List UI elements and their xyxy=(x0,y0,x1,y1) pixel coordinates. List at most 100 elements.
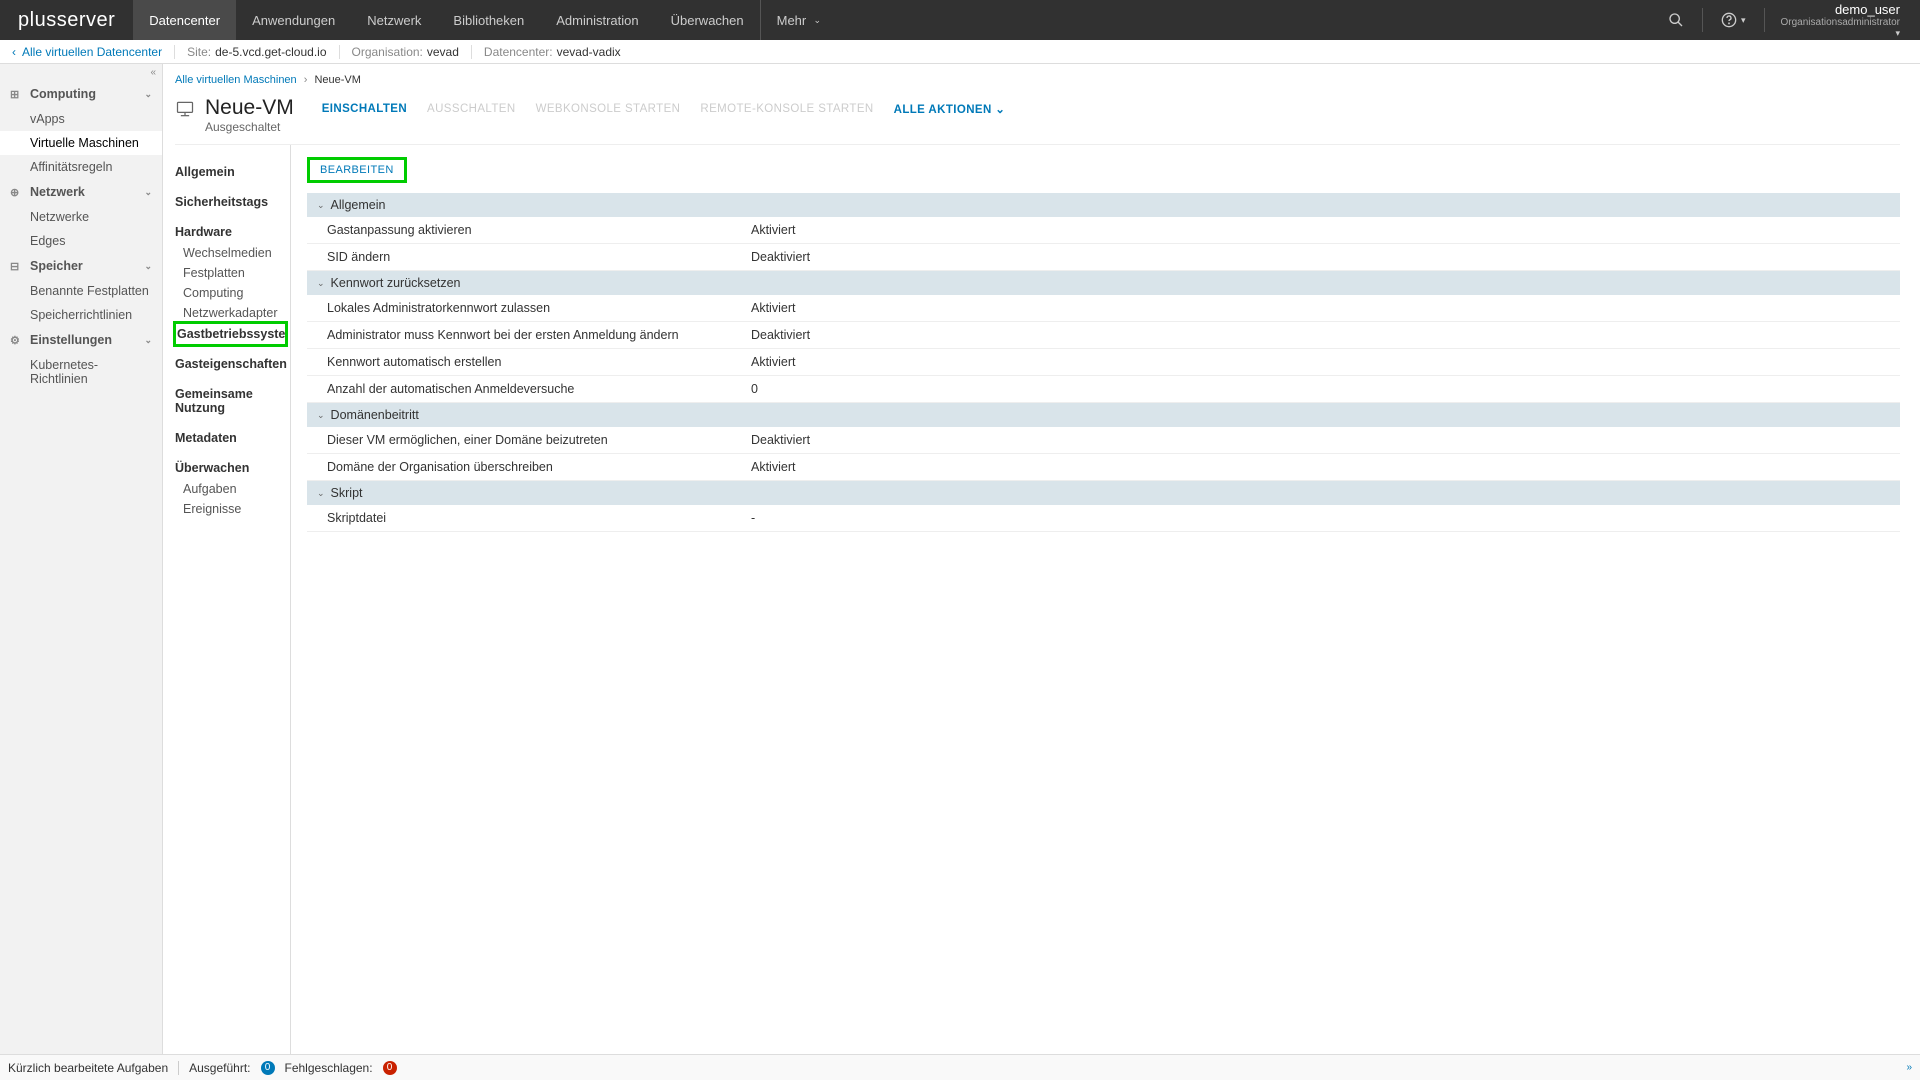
vm-status: Ausgeschaltet xyxy=(205,120,294,134)
topnav-tab-mehr[interactable]: Mehr ⌄ xyxy=(760,0,837,40)
detail-nav-gasteigenschaften[interactable]: Gasteigenschaften xyxy=(175,353,286,375)
detail-nav-überwachen[interactable]: Überwachen xyxy=(175,457,286,479)
chevron-down-icon: ⌄ xyxy=(317,488,325,499)
detail-nav-gemeinsame-nutzung[interactable]: Gemeinsame Nutzung xyxy=(175,383,286,419)
chevron-down-icon: ⌄ xyxy=(317,200,325,211)
sidebar-item-kubernetes-richtlinien[interactable]: Kubernetes-Richtlinien xyxy=(0,353,162,391)
setting-row: Lokales Administratorkennwort zulassenAk… xyxy=(307,295,1900,322)
dc-label: Datencenter: xyxy=(484,45,553,59)
footer-failed-count: 0 xyxy=(383,1061,397,1075)
sidebar-item-speicherrichtlinien[interactable]: Speicherrichtlinien xyxy=(0,303,162,327)
bearbeiten-button[interactable]: BEARBEITEN xyxy=(307,157,407,183)
breadcrumb: Alle virtuellen Maschinen › Neue-VM xyxy=(175,64,1900,92)
chevron-down-icon: ⌄ xyxy=(317,278,325,289)
setting-key: Lokales Administratorkennwort zulassen xyxy=(327,301,751,315)
detail-nav: Allgemein Sicherheitstags HardwareWechselm… xyxy=(175,145,291,1054)
setting-row: Dieser VM ermöglichen, einer Domäne beiz… xyxy=(307,427,1900,454)
chevron-down-icon: ⌄ xyxy=(317,410,325,421)
section-allgemein[interactable]: ⌄Allgemein xyxy=(307,193,1900,217)
top-tabs: DatencenterAnwendungenNetzwerkBibliothek… xyxy=(133,0,837,40)
detail-nav-allgemein[interactable]: Allgemein xyxy=(175,161,286,183)
sidebar-item-vapps[interactable]: vApps xyxy=(0,107,162,131)
help-icon[interactable] xyxy=(1711,12,1756,28)
sidebar-group-speicher[interactable]: ⊟Speicher⌄ xyxy=(0,253,162,279)
dc-value: vevad-vadix xyxy=(557,45,621,59)
org-label: Organisation: xyxy=(352,45,423,59)
detail-nav-festplatten[interactable]: Festplatten xyxy=(175,263,286,283)
topnav-tab-administration[interactable]: Administration xyxy=(540,0,654,40)
detail-nav-netzwerkadapter[interactable]: Netzwerkadapter xyxy=(175,303,286,323)
setting-key: Gastanpassung aktivieren xyxy=(327,223,751,237)
topnav-tab-netzwerk[interactable]: Netzwerk xyxy=(351,0,437,40)
setting-value: Deaktiviert xyxy=(751,328,810,342)
setting-key: Administrator muss Kennwort bei der erst… xyxy=(327,328,751,342)
setting-row: Domäne der Organisation überschreibenAkt… xyxy=(307,454,1900,481)
sidebar-collapse-icon[interactable]: « xyxy=(0,64,162,81)
detail-nav-gastbetriebssystemanpassung[interactable]: Gastbetriebssystemanpassung xyxy=(175,323,286,345)
search-icon[interactable] xyxy=(1658,12,1694,28)
section-skript[interactable]: ⌄Skript xyxy=(307,481,1900,505)
setting-value: 0 xyxy=(751,382,758,396)
footer-expand-icon[interactable]: » xyxy=(1906,1062,1912,1073)
detail-nav-sicherheitstags[interactable]: Sicherheitstags xyxy=(175,191,286,213)
detail-nav-hardware[interactable]: Hardware xyxy=(175,221,286,243)
action-all[interactable]: ALLE AKTIONEN ⌄ xyxy=(894,102,1006,116)
topnav-tab-datencenter[interactable]: Datencenter xyxy=(133,0,236,40)
detail-nav-wechselmedien[interactable]: Wechselmedien xyxy=(175,243,286,263)
breadcrumb-root[interactable]: Alle virtuellen Maschinen xyxy=(175,74,297,86)
back-link[interactable]: Alle virtuellen Datencenter xyxy=(22,45,162,59)
footer-recent: Kürzlich bearbeitete Aufgaben xyxy=(8,1061,168,1075)
setting-key: Domäne der Organisation überschreiben xyxy=(327,460,751,474)
user-role: Organisationsadministrator xyxy=(1781,17,1901,28)
detail-nav-metadaten[interactable]: Metadaten xyxy=(175,427,286,449)
action-webkonsole[interactable]: WEBKONSOLE STARTEN xyxy=(536,103,681,115)
top-nav: plusserver DatencenterAnwendungenNetzwer… xyxy=(0,0,1920,40)
task-footer: Kürzlich bearbeitete Aufgaben Ausgeführt… xyxy=(0,1054,1920,1080)
netzwerk-icon: ⊕ xyxy=(10,186,24,199)
sidebar-group-netzwerk[interactable]: ⊕Netzwerk⌄ xyxy=(0,179,162,205)
section-domänenbeitritt[interactable]: ⌄Domänenbeitritt xyxy=(307,403,1900,427)
setting-row: SID ändernDeaktiviert xyxy=(307,244,1900,271)
org-value: vevad xyxy=(427,45,459,59)
setting-key: Skriptdatei xyxy=(327,511,751,525)
sidebar-group-computing[interactable]: ⊞Computing⌄ xyxy=(0,81,162,107)
sidebar-item-virtuelle-maschinen[interactable]: Virtuelle Maschinen xyxy=(0,131,162,155)
footer-failed-label: Fehlgeschlagen: xyxy=(285,1061,373,1075)
setting-row: Skriptdatei- xyxy=(307,505,1900,532)
vm-icon xyxy=(175,99,195,122)
context-bar: ‹ Alle virtuellen Datencenter Site: de-5… xyxy=(0,40,1920,64)
setting-row: Anzahl der automatischen Anmeldeversuche… xyxy=(307,376,1900,403)
back-chevron-icon[interactable]: ‹ xyxy=(12,45,16,59)
sidebar-item-affinitätsregeln[interactable]: Affinitätsregeln xyxy=(0,155,162,179)
user-menu[interactable]: demo_user Organisationsadministrator xyxy=(1773,2,1909,39)
sidebar: « ⊞Computing⌄vAppsVirtuelle MaschinenAff… xyxy=(0,64,163,1054)
vm-title: Neue-VM xyxy=(205,96,294,120)
site-value: de-5.vcd.get-cloud.io xyxy=(215,45,326,59)
detail-nav-ereignisse[interactable]: Ereignisse xyxy=(175,499,286,519)
setting-value: Deaktiviert xyxy=(751,433,810,447)
action-ausschalten[interactable]: AUSSCHALTEN xyxy=(427,103,516,115)
topnav-tab-überwachen[interactable]: Überwachen xyxy=(655,0,760,40)
setting-key: Anzahl der automatischen Anmeldeversuche xyxy=(327,382,751,396)
site-label: Site: xyxy=(187,45,211,59)
vm-actions: EINSCHALTEN AUSSCHALTEN WEBKONSOLE START… xyxy=(322,102,1006,116)
setting-value: Aktiviert xyxy=(751,460,795,474)
sidebar-item-netzwerke[interactable]: Netzwerke xyxy=(0,205,162,229)
footer-running-count: 0 xyxy=(261,1061,275,1075)
setting-value: Aktiviert xyxy=(751,355,795,369)
action-remotekonsole[interactable]: REMOTE-KONSOLE STARTEN xyxy=(700,103,873,115)
action-einschalten[interactable]: EINSCHALTEN xyxy=(322,103,407,115)
detail-nav-aufgaben[interactable]: Aufgaben xyxy=(175,479,286,499)
sidebar-group-einstellungen[interactable]: ⚙Einstellungen⌄ xyxy=(0,327,162,353)
topnav-tab-bibliotheken[interactable]: Bibliotheken xyxy=(437,0,540,40)
setting-row: Administrator muss Kennwort bei der erst… xyxy=(307,322,1900,349)
detail-nav-computing[interactable]: Computing xyxy=(175,283,286,303)
sidebar-item-edges[interactable]: Edges xyxy=(0,229,162,253)
setting-row: Kennwort automatisch erstellenAktiviert xyxy=(307,349,1900,376)
setting-key: SID ändern xyxy=(327,250,751,264)
footer-running-label: Ausgeführt: xyxy=(189,1061,250,1075)
sidebar-item-benannte-festplatten[interactable]: Benannte Festplatten xyxy=(0,279,162,303)
vm-header: Neue-VM Ausgeschaltet EINSCHALTEN AUSSCH… xyxy=(175,92,1900,145)
topnav-tab-anwendungen[interactable]: Anwendungen xyxy=(236,0,351,40)
section-kennwort-zurücksetzen[interactable]: ⌄Kennwort zurücksetzen xyxy=(307,271,1900,295)
